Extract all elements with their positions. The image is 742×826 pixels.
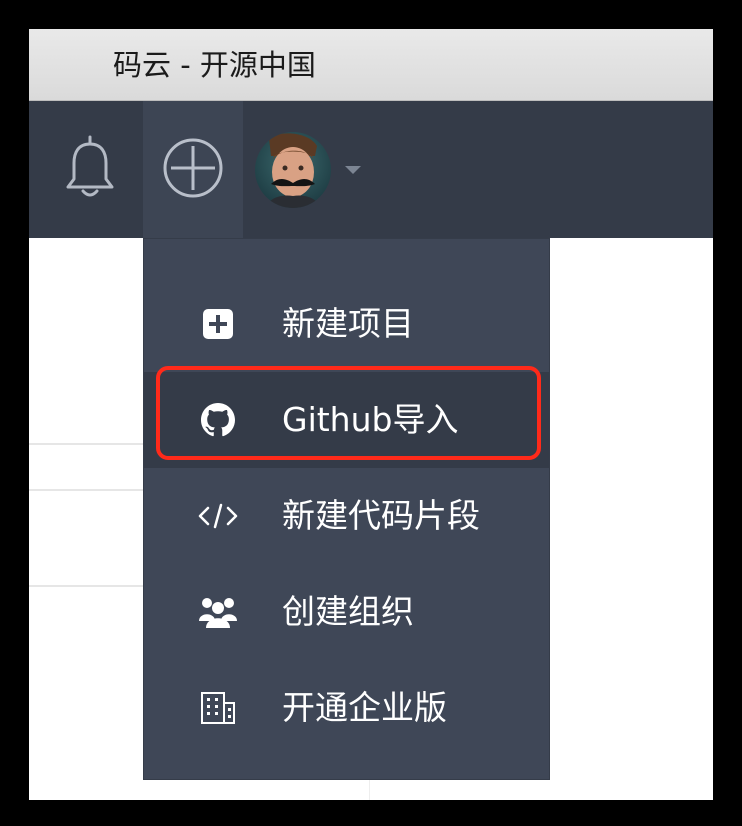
menu-item-github-import[interactable]: Github导入 [144, 372, 549, 468]
menu-item-new-project[interactable]: 新建项目 [144, 276, 549, 372]
menu-item-new-snippet[interactable]: 新建代码片段 [144, 468, 549, 564]
caret-down-icon [345, 165, 361, 174]
notifications-button[interactable] [53, 101, 127, 238]
github-icon [198, 400, 238, 440]
menu-item-label: 开通企业版 [282, 688, 447, 727]
content-divider [29, 585, 143, 587]
menu-item-enterprise[interactable]: 开通企业版 [144, 660, 549, 756]
menu-item-create-organization[interactable]: 创建组织 [144, 564, 549, 660]
content-divider [29, 489, 143, 491]
menu-item-label: 新建项目 [282, 304, 414, 343]
top-navbar [29, 101, 713, 238]
window-title: 码云 - 开源中国 [113, 48, 316, 82]
bell-icon [64, 135, 116, 205]
menu-item-label: 创建组织 [282, 592, 414, 631]
content-divider [29, 443, 143, 445]
building-icon [198, 688, 238, 728]
user-avatar [255, 131, 331, 208]
window-title-bar: 码云 - 开源中国 [29, 29, 713, 101]
plus-square-icon [198, 304, 238, 344]
create-new-button[interactable] [143, 101, 243, 238]
user-menu-button[interactable] [243, 101, 373, 238]
browser-window: 码云 - 开源中国 新建项目 Github导入 新建代码片段 创建组织 开通企业… [29, 29, 713, 800]
plus-circle-icon [161, 136, 225, 204]
users-icon [198, 592, 238, 632]
menu-item-label: Github导入 [282, 400, 459, 439]
create-dropdown-menu: 新建项目 Github导入 新建代码片段 创建组织 开通企业版 [143, 238, 550, 780]
code-icon [198, 496, 238, 536]
menu-item-label: 新建代码片段 [282, 496, 480, 535]
